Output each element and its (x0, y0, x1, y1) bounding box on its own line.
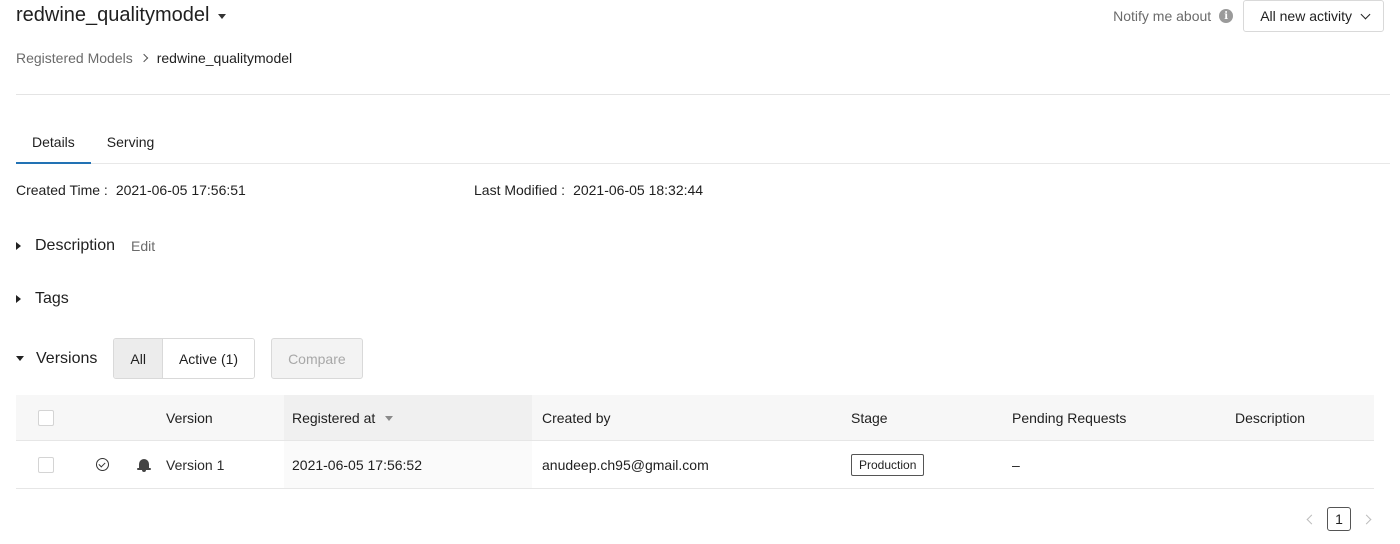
row-pending-requests: – (1012, 456, 1020, 473)
select-all-checkbox[interactable] (38, 409, 54, 426)
info-icon[interactable]: i (1219, 9, 1234, 23)
chevron-down-icon (1360, 9, 1371, 19)
column-header-registered-at-label: Registered at (292, 409, 376, 426)
bell-icon[interactable] (137, 458, 151, 472)
created-time-value: 2021-06-05 17:56:51 (115, 182, 246, 198)
compare-button[interactable]: Compare (271, 338, 363, 379)
versions-section: Versions All Active (1) Compare (16, 338, 363, 379)
select-all-cell (38, 395, 54, 440)
chevron-right-icon[interactable] (1361, 514, 1372, 524)
model-title-text: redwine_qualitymodel (16, 4, 210, 26)
tab-serving[interactable]: Serving (91, 122, 170, 164)
column-header-registered-at[interactable]: Registered at (292, 395, 394, 440)
activity-select-value: All new activity (1260, 8, 1352, 24)
tags-title[interactable]: Tags (35, 290, 69, 308)
stage-badge: Production (851, 453, 925, 476)
sort-down-icon (385, 416, 394, 421)
breadcrumb-registered-models[interactable]: Registered Models (16, 50, 133, 66)
row-status-cell (96, 441, 109, 488)
created-time: Created Time : 2021-06-05 17:56:51 (16, 182, 246, 198)
tags-section: Tags (16, 289, 69, 309)
caret-down-icon[interactable] (218, 14, 227, 19)
row-select-cell (38, 441, 54, 488)
description-section: Description Edit (16, 236, 155, 256)
notify-section: Notify me about i All new activity (1113, 0, 1384, 32)
check-circle-icon (96, 458, 109, 471)
caret-down-icon[interactable] (16, 356, 24, 361)
caret-right-icon[interactable] (16, 295, 21, 303)
row-registered-at: 2021-06-05 17:56:52 (292, 456, 422, 473)
created-time-label: Created Time : (16, 182, 108, 198)
table-header: Version Registered at Created by Stage P… (16, 395, 1374, 441)
pagination: 1 (1306, 507, 1372, 531)
column-header-description[interactable]: Description (1235, 395, 1305, 440)
versions-title[interactable]: Versions (36, 350, 97, 368)
description-edit-link[interactable]: Edit (131, 238, 155, 254)
row-notify-cell (137, 441, 151, 488)
last-modified-label: Last Modified : (474, 182, 566, 198)
column-header-pending-requests[interactable]: Pending Requests (1012, 395, 1126, 440)
last-modified-value: 2021-06-05 18:32:44 (573, 182, 704, 198)
notify-label: Notify me about (1113, 8, 1212, 24)
chevron-right-icon (139, 53, 148, 63)
caret-right-icon[interactable] (16, 242, 21, 250)
description-title[interactable]: Description (35, 237, 115, 255)
column-header-version[interactable]: Version (166, 395, 213, 440)
tab-details[interactable]: Details (16, 122, 91, 164)
breadcrumb: Registered Models redwine_qualitymodel (16, 50, 292, 66)
row-stage-cell: Production (851, 441, 925, 488)
header-divider (16, 94, 1390, 95)
activity-select[interactable]: All new activity (1243, 0, 1384, 32)
table-row[interactable]: Version 1 2021-06-05 17:56:52 anudeep.ch… (16, 441, 1374, 489)
filter-all-button[interactable]: All (114, 339, 163, 378)
column-header-stage[interactable]: Stage (851, 395, 888, 440)
model-title[interactable]: redwine_qualitymodel (16, 4, 227, 27)
last-modified: Last Modified : 2021-06-05 18:32:44 (474, 182, 703, 198)
column-header-created-by[interactable]: Created by (542, 395, 610, 440)
row-version-link[interactable]: Version 1 (166, 441, 224, 488)
chevron-left-icon[interactable] (1306, 514, 1317, 524)
tab-bar: Details Serving (16, 122, 1390, 164)
page-button[interactable]: 1 (1327, 507, 1351, 531)
version-filter: All Active (1) (113, 338, 256, 379)
breadcrumb-current: redwine_qualitymodel (156, 50, 293, 66)
row-created-by: anudeep.ch95@gmail.com (542, 456, 709, 473)
row-select-checkbox[interactable] (38, 456, 54, 473)
filter-active-button[interactable]: Active (1) (162, 339, 255, 378)
versions-table: Version Registered at Created by Stage P… (16, 395, 1374, 489)
